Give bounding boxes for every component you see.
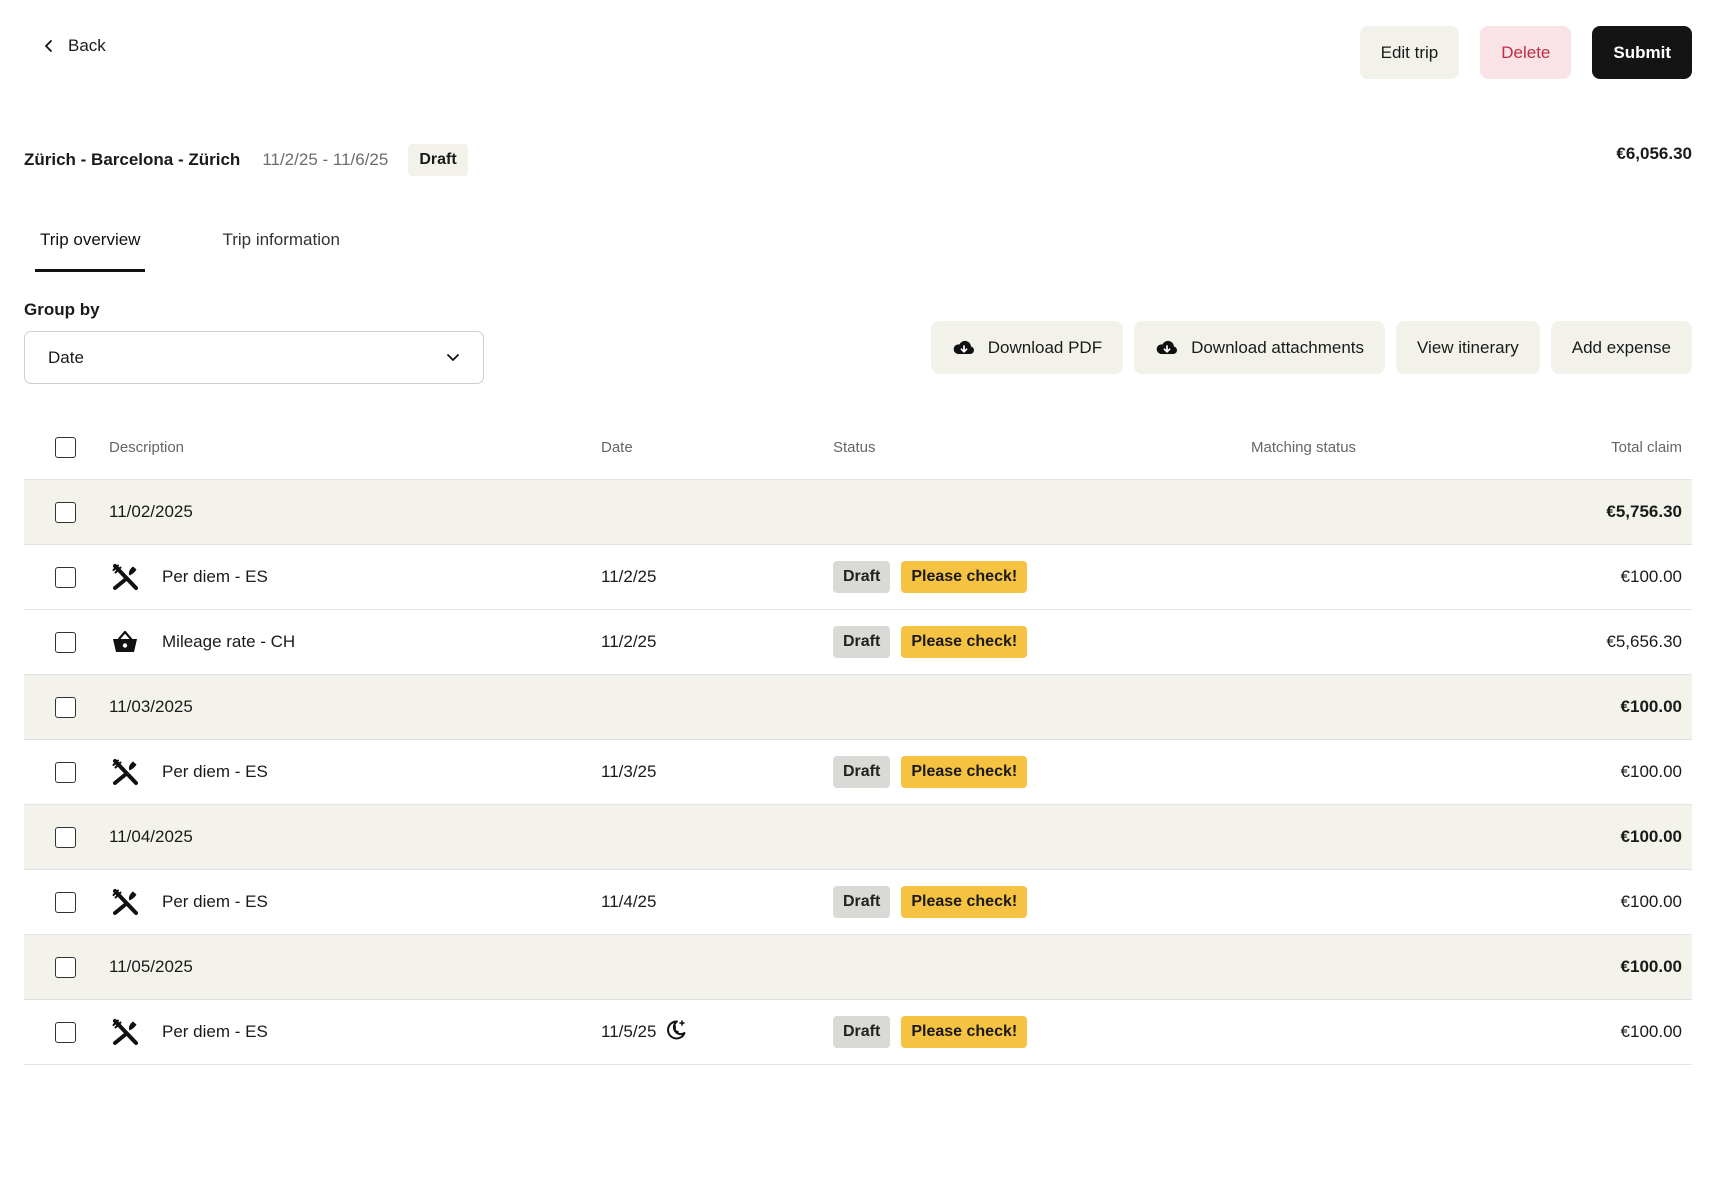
chevron-down-icon bbox=[447, 354, 459, 361]
basket-icon bbox=[109, 626, 141, 658]
select-all-checkbox[interactable] bbox=[55, 436, 76, 458]
expense-row[interactable]: Mileage rate - CH 11/2/25 Draft Please chec… bbox=[24, 610, 1692, 675]
expense-total: €100.00 bbox=[1620, 1022, 1682, 1041]
trip-summary: Zürich - Barcelona - Zürich 11/2/25 - 11… bbox=[24, 144, 468, 176]
group-by-select[interactable]: Date bbox=[24, 331, 484, 384]
chevron-left-icon bbox=[45, 40, 52, 52]
download-attachments-button[interactable]: Download attachments bbox=[1134, 321, 1386, 374]
view-itinerary-button[interactable]: View itinerary bbox=[1396, 321, 1540, 374]
please-check-badge: Please check! bbox=[901, 756, 1028, 788]
please-check-badge: Please check! bbox=[901, 886, 1028, 918]
expense-total: €5,656.30 bbox=[1606, 632, 1682, 651]
group-date: 11/05/2025 bbox=[109, 957, 193, 976]
tab-bar: Trip overview Trip information bbox=[35, 218, 345, 272]
table-header: Description Date Status Matching status … bbox=[24, 415, 1692, 480]
submit-button[interactable]: Submit bbox=[1592, 26, 1692, 79]
expense-description: Per diem - ES bbox=[162, 892, 268, 911]
cutlery-icon bbox=[109, 561, 141, 593]
expense-date: 11/2/25 bbox=[601, 567, 657, 586]
row-checkbox[interactable] bbox=[55, 891, 76, 913]
group-checkbox[interactable] bbox=[55, 956, 76, 978]
expense-row[interactable]: Per diem - ES 11/3/25 Draft Please check! €1… bbox=[24, 740, 1692, 805]
overnight-icon bbox=[664, 1018, 688, 1047]
expense-total: €100.00 bbox=[1620, 892, 1682, 911]
expense-description: Per diem - ES bbox=[162, 567, 268, 586]
group-date: 11/02/2025 bbox=[109, 502, 193, 521]
row-checkbox[interactable] bbox=[55, 761, 76, 783]
group-checkbox[interactable] bbox=[55, 696, 76, 718]
please-check-badge: Please check! bbox=[901, 561, 1028, 593]
expense-row[interactable]: Per diem - ES 11/2/25 Draft Please check! €1… bbox=[24, 545, 1692, 610]
expense-row[interactable]: Per diem - ES 11/4/25 Draft Please check! €1… bbox=[24, 870, 1692, 935]
cloud-download-icon bbox=[953, 340, 974, 354]
cutlery-icon bbox=[109, 1016, 141, 1048]
cutlery-icon bbox=[109, 756, 141, 788]
group-row: 11/03/2025 €100.00 bbox=[24, 675, 1692, 740]
expense-description: Per diem - ES bbox=[162, 762, 268, 781]
trip-title: Zürich - Barcelona - Zürich bbox=[24, 150, 241, 169]
please-check-badge: Please check! bbox=[901, 626, 1028, 658]
group-total: €100.00 bbox=[1620, 697, 1682, 716]
group-by-label: Group by bbox=[24, 300, 100, 319]
column-matching-status[interactable]: Matching status bbox=[1251, 439, 1551, 456]
group-by-value: Date bbox=[48, 347, 84, 367]
header-actions: Edit trip Delete Submit bbox=[1359, 26, 1692, 79]
column-description[interactable]: Description bbox=[109, 439, 601, 456]
group-date: 11/03/2025 bbox=[109, 697, 193, 716]
expense-total: €100.00 bbox=[1620, 762, 1682, 781]
edit-trip-button[interactable]: Edit trip bbox=[1359, 26, 1460, 79]
group-total: €5,756.30 bbox=[1606, 502, 1682, 521]
table-actions: Download PDF Download attachments View i… bbox=[930, 321, 1692, 374]
group-total: €100.00 bbox=[1620, 957, 1682, 976]
column-date[interactable]: Date bbox=[601, 439, 833, 456]
draft-badge: Draft bbox=[833, 1016, 891, 1048]
cloud-download-icon bbox=[1156, 340, 1178, 354]
row-checkbox[interactable] bbox=[55, 1021, 76, 1043]
trip-dates: 11/2/25 - 11/6/25 bbox=[262, 150, 389, 169]
group-total: €100.00 bbox=[1620, 827, 1682, 846]
expense-row[interactable]: Per diem - ES 11/5/25 Draft Please check! €1… bbox=[24, 1000, 1692, 1065]
add-expense-button[interactable]: Add expense bbox=[1550, 321, 1692, 374]
table-body: 11/02/2025 €5,756.30 Per diem - ES 11/2/25 D… bbox=[24, 480, 1692, 1065]
expense-date: 11/2/25 bbox=[601, 632, 657, 651]
please-check-badge: Please check! bbox=[901, 1016, 1028, 1048]
expense-date: 11/4/25 bbox=[601, 892, 657, 911]
expense-total: €100.00 bbox=[1620, 567, 1682, 586]
group-checkbox[interactable] bbox=[55, 826, 76, 848]
group-row: 11/05/2025 €100.00 bbox=[24, 935, 1692, 1000]
expense-table: Description Date Status Matching status … bbox=[24, 415, 1692, 1065]
back-button[interactable]: Back bbox=[44, 36, 106, 56]
expense-description: Mileage rate - CH bbox=[162, 632, 296, 651]
download-attachments-label: Download attachments bbox=[1191, 337, 1365, 357]
tab-trip-overview[interactable]: Trip overview bbox=[35, 218, 146, 272]
group-row: 11/04/2025 €100.00 bbox=[24, 805, 1692, 870]
tab-trip-information[interactable]: Trip information bbox=[217, 218, 344, 272]
row-checkbox[interactable] bbox=[55, 631, 76, 653]
delete-button[interactable]: Delete bbox=[1480, 26, 1572, 79]
status-badge: Draft bbox=[408, 144, 468, 176]
expense-date: 11/5/25 bbox=[601, 1022, 657, 1041]
draft-badge: Draft bbox=[833, 756, 891, 788]
cutlery-icon bbox=[109, 886, 141, 918]
expense-description: Per diem - ES bbox=[162, 1022, 268, 1041]
column-status[interactable]: Status bbox=[833, 439, 1251, 456]
group-checkbox[interactable] bbox=[55, 501, 76, 523]
expense-date: 11/3/25 bbox=[601, 762, 657, 781]
trip-total: €6,056.30 bbox=[1616, 144, 1692, 163]
draft-badge: Draft bbox=[833, 886, 891, 918]
draft-badge: Draft bbox=[833, 561, 891, 593]
row-checkbox[interactable] bbox=[55, 566, 76, 588]
download-pdf-label: Download PDF bbox=[987, 337, 1103, 357]
download-pdf-button[interactable]: Download PDF bbox=[930, 321, 1124, 374]
back-label: Back bbox=[68, 36, 106, 55]
draft-badge: Draft bbox=[833, 626, 891, 658]
group-date: 11/04/2025 bbox=[109, 827, 193, 846]
group-row: 11/02/2025 €5,756.30 bbox=[24, 480, 1692, 545]
column-total-claim[interactable]: Total claim bbox=[1551, 439, 1692, 456]
